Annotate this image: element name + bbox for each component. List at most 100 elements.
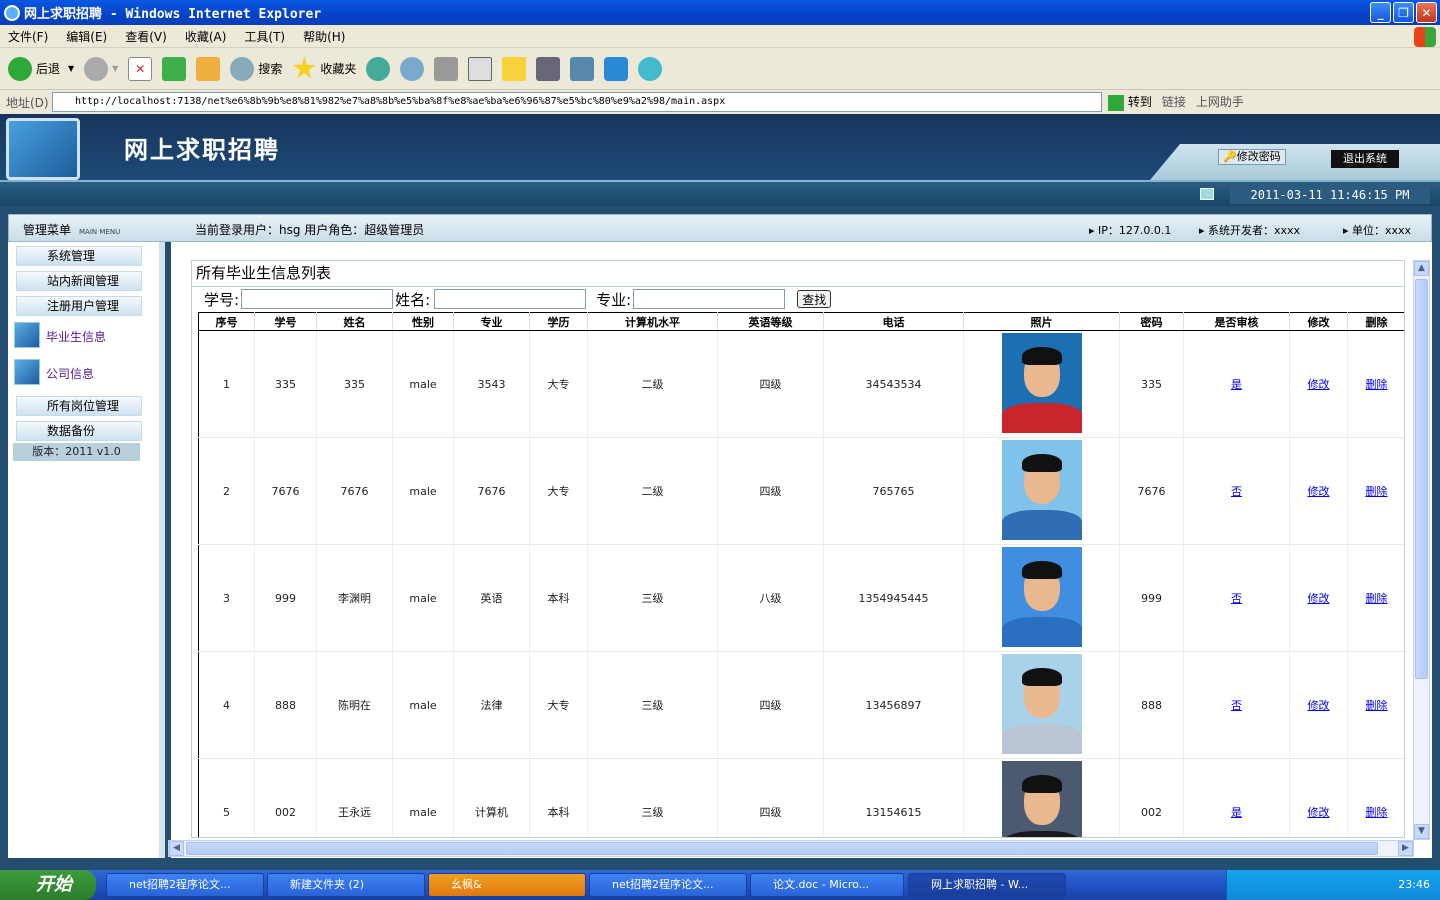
cell-eng: 四级 <box>717 651 824 759</box>
go-button[interactable]: 转到 <box>1108 93 1152 111</box>
close-button[interactable]: ✕ <box>1416 2 1437 23</box>
col-delete: 删除 <box>1347 312 1404 331</box>
col-photo: 照片 <box>963 312 1120 331</box>
back-button[interactable]: 后退 ▼ <box>8 56 74 81</box>
address-label: 地址(D) <box>6 95 49 110</box>
horizontal-scroll-thumb[interactable] <box>186 842 1378 855</box>
change-password-button[interactable]: 🔑修改密码 <box>1218 149 1286 165</box>
mail-button[interactable] <box>400 56 425 81</box>
helper-button[interactable]: 上网助手 <box>1196 93 1244 110</box>
cell-comp: 二级 <box>587 437 718 545</box>
edit-link[interactable]: 修改 <box>1308 592 1330 605</box>
start-button[interactable]: 开始 <box>0 870 96 900</box>
delete-link[interactable]: 删除 <box>1366 378 1388 391</box>
menu-bar: 文件(F) 编辑(E) 查看(V) 收藏(A) 工具(T) 帮助(H) <box>0 25 1440 48</box>
cell-password: 002 <box>1119 758 1184 837</box>
vertical-scrollbar[interactable]: ▲ ▼ <box>1413 260 1430 840</box>
cell-phone: 765765 <box>823 437 964 545</box>
stop-button[interactable]: ✕ <box>128 56 153 81</box>
sidebar-item-users[interactable]: 注册用户管理 <box>16 296 142 316</box>
menu-file[interactable]: 文件(F) <box>8 28 48 45</box>
cell-name: 陈明在 <box>316 651 393 759</box>
cell-edit: 修改 <box>1289 758 1348 837</box>
tool2-button[interactable] <box>570 56 595 81</box>
student-no-input[interactable] <box>241 289 394 309</box>
cell-eng: 四级 <box>717 758 824 837</box>
edit-button[interactable] <box>468 56 493 81</box>
vertical-scroll-thumb[interactable] <box>1415 279 1428 679</box>
print-button[interactable] <box>434 56 459 81</box>
task-item-6[interactable]: 网上求职招聘 - W... <box>908 873 1066 897</box>
sidebar-item-backup[interactable]: 数据备份 <box>16 421 142 441</box>
ip-info: ▸ IP：127.0.0.1 <box>1089 224 1172 237</box>
tool4-button[interactable] <box>638 56 663 81</box>
star-icon <box>292 56 316 79</box>
edit-link[interactable]: 修改 <box>1308 699 1330 712</box>
menu-favorites[interactable]: 收藏(A) <box>185 28 227 45</box>
note-button[interactable] <box>502 56 527 81</box>
col-audited: 是否审核 <box>1183 312 1290 331</box>
menu-tools[interactable]: 工具(T) <box>244 28 285 45</box>
logout-button[interactable]: 退出系统 <box>1331 150 1399 168</box>
home-button[interactable] <box>196 56 221 81</box>
cell-no: 3 <box>198 544 255 652</box>
search-button[interactable]: 搜索 <box>230 56 282 81</box>
task-item-5[interactable]: 论文.doc - Micro... <box>750 873 904 897</box>
favorites-button[interactable]: 收藏夹 <box>292 56 356 81</box>
forward-button[interactable]: ▼ <box>84 56 118 81</box>
refresh-button[interactable] <box>162 56 187 81</box>
task-item-2[interactable]: 新建文件夹 (2) <box>267 873 425 897</box>
restore-button[interactable]: ❐ <box>1393 2 1414 23</box>
menu-edit[interactable]: 编辑(E) <box>66 28 107 45</box>
task-item-1[interactable]: net招聘2程序论文... <box>106 873 264 897</box>
delete-link[interactable]: 删除 <box>1366 806 1388 819</box>
audit-link[interactable]: 否 <box>1231 485 1242 498</box>
scroll-left-icon[interactable]: ◀ <box>169 841 184 856</box>
table-row: 4 888 陈明在 male 法律 大专 三级 四级 13456897 888 否修改 删除 <box>198 651 1404 759</box>
menu-view[interactable]: 查看(V) <box>125 28 167 45</box>
scroll-down-icon[interactable]: ▼ <box>1414 824 1429 839</box>
menu-help[interactable]: 帮助(H) <box>303 28 345 45</box>
sidebar-item-system[interactable]: 系统管理 <box>16 246 142 266</box>
tool3-button[interactable] <box>604 56 629 81</box>
date-bar: 2011-03-11 11:46:15 PM <box>0 180 1440 206</box>
home-icon <box>196 56 221 81</box>
current-user-info: 当前登录用户：hsg 用户角色：超级管理员 <box>195 223 425 237</box>
monitor-logo-icon <box>6 118 80 180</box>
sidebar-item-jobs[interactable]: 所有岗位管理 <box>16 396 142 416</box>
address-input[interactable]: http://localhost:7138/net%e6%8b%9b%e8%81… <box>52 92 1102 112</box>
cell-eng: 八级 <box>717 544 824 652</box>
audit-link[interactable]: 否 <box>1231 699 1242 712</box>
delete-link[interactable]: 删除 <box>1366 592 1388 605</box>
cell-sex: male <box>392 651 454 759</box>
name-input[interactable] <box>434 289 587 309</box>
major-input[interactable] <box>633 289 786 309</box>
research-icon <box>570 56 595 81</box>
graduate-icon <box>14 322 40 348</box>
task-item-3[interactable]: 幺枫& <box>428 873 586 897</box>
scroll-right-icon[interactable]: ▶ <box>1398 841 1413 856</box>
delete-link[interactable]: 删除 <box>1366 485 1388 498</box>
tool1-button[interactable] <box>536 56 561 81</box>
delete-link[interactable]: 删除 <box>1366 699 1388 712</box>
change-password-label: 修改密码 <box>1236 150 1281 163</box>
audit-link[interactable]: 是 <box>1231 806 1242 819</box>
cell-sex: male <box>392 544 454 652</box>
sidebar-item-news[interactable]: 站内新闻管理 <box>16 271 142 291</box>
scroll-up-icon[interactable]: ▲ <box>1414 261 1429 276</box>
audit-link[interactable]: 否 <box>1231 592 1242 605</box>
edit-link[interactable]: 修改 <box>1308 485 1330 498</box>
search-icon <box>230 56 255 81</box>
links-button[interactable]: 链接 <box>1162 93 1186 110</box>
cell-photo <box>963 544 1120 652</box>
task-item-4[interactable]: net招聘2程序论文... <box>589 873 747 897</box>
edit-link[interactable]: 修改 <box>1308 378 1330 391</box>
cell-edit: 修改 <box>1289 437 1348 545</box>
audit-link[interactable]: 是 <box>1231 378 1242 391</box>
cell-major: 英语 <box>453 544 530 652</box>
history-button[interactable] <box>366 56 391 81</box>
search-button[interactable]: 查找 <box>797 290 832 308</box>
edit-link[interactable]: 修改 <box>1308 806 1330 819</box>
minimize-button[interactable]: _ <box>1370 2 1391 23</box>
horizontal-scrollbar[interactable]: ◀ ▶ <box>168 840 1414 857</box>
